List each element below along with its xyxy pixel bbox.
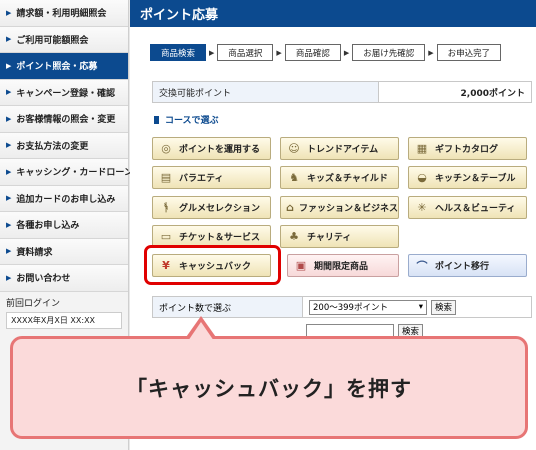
rocking-horse-icon: ♞ [289,171,299,184]
arrow-right-icon: ▶ [428,48,434,57]
course-kids-button[interactable]: ♞ キッズ＆チャイルド [280,166,399,189]
points-filter-label: ポイント数で選ぶ [153,297,303,317]
arrow-right-icon: ▶ [276,48,282,57]
triangle-right-icon: ▶ [6,194,12,203]
search-button[interactable]: 検索 [431,299,457,315]
people-icon: ☺ [288,142,300,155]
callout-tail-inner [188,322,214,341]
course-gift-catalog-button[interactable]: ▦ ギフトカタログ [408,137,527,160]
sidebar-item-points[interactable]: ▶ ポイント照会・応募 [0,53,128,80]
sidebar-item-payment-method[interactable]: ▶ お支払方法の変更 [0,132,128,159]
sidebar-item-documents[interactable]: ▶ 資料請求 [0,238,128,265]
course-fashion-button[interactable]: ⌂ ファッション＆ビジネス [280,196,399,219]
sidebar-item-customer-info[interactable]: ▶ お客様情報の照会・変更 [0,106,128,133]
course-gourmet-button[interactable]: ᚬ グルメセレクション [152,196,271,219]
progress-steps: 商品検索 ▶ 商品選択 ▶ 商品確認 ▶ お届け先確認 ▶ お申込完了 [150,44,502,61]
calendar-icon: ▣ [295,259,307,272]
sparkle-icon: ✳ [417,201,427,214]
last-login-value: XXXX年X月X日 XX:XX [6,311,122,329]
points-value: 2,000ポイント [460,88,525,99]
step-search: 商品検索 [150,44,207,61]
step-select: 商品選択 [217,44,274,61]
instruction-callout: 「キャッシュバック」を押す [10,336,528,439]
sidebar-item-cashing[interactable]: ▶ キャッシング・カードローン [0,159,133,186]
step-address: お届け先確認 [352,44,426,61]
course-kitchen-button[interactable]: ◒ キッチン＆テーブル [408,166,527,189]
arrow-right-icon: ▶ [343,48,350,57]
step-confirm: 商品確認 [284,44,341,61]
shirt-icon: ⌂ [286,201,294,214]
triangle-right-icon: ▶ [6,141,12,150]
page-title: ポイント応募 [130,0,536,27]
course-heading: コースで選ぶ [154,113,219,126]
point-transfer-button[interactable]: ⌒ ポイント移行 [408,254,527,277]
triangle-right-icon: ▶ [6,167,12,176]
triangle-right-icon: ▶ [6,273,12,282]
square-bullet-icon [154,115,159,124]
triangle-right-icon: ▶ [6,8,12,17]
highlight-ring [144,245,281,285]
course-charity-button[interactable]: ♣ チャリティ [280,225,399,248]
fork-knife-icon: ᚬ [162,201,170,214]
sidebar-item-available-amount[interactable]: ▶ ご利用可能額照会 [0,26,128,53]
limited-items-button[interactable]: ▣ 期間限定商品 [287,254,399,277]
sidebar-item-campaign[interactable]: ▶ キャンペーン登録・確認 [0,79,128,106]
sidebar-item-statement[interactable]: ▶ 請求額・利用明細照会 [0,0,128,27]
sidebar-item-applications[interactable]: ▶ 各種お申し込み [0,212,128,239]
grid-icon: ▤ [160,171,172,184]
sidebar-item-additional-card[interactable]: ▶ 追加カードのお申し込み [0,185,128,212]
points-filter-row: ポイント数で選ぶ 200～399ポイント ▾ 検索 [152,296,532,318]
triangle-right-icon: ▶ [6,88,12,97]
pan-icon: ◒ [417,171,427,184]
course-investment-button[interactable]: ◎ ポイントを運用する [152,137,271,160]
points-label: 交換可能ポイント [153,82,379,102]
exchangeable-points: 交換可能ポイント 2,000ポイント [152,81,532,103]
sidebar-item-contact[interactable]: ▶ お問い合わせ [0,265,128,292]
course-health-button[interactable]: ✳ ヘルス＆ビューティ [408,196,527,219]
last-login-label: 前回ログイン [6,298,61,309]
course-variety-button[interactable]: ▤ バラエティ [152,166,271,189]
callout-text: 「キャッシュバック」を押す [126,376,412,401]
course-trend-button[interactable]: ☺ トレンドアイテム [280,137,399,160]
coins-icon: ◎ [161,142,171,155]
triangle-right-icon: ▶ [6,114,12,123]
triangle-right-icon: ▶ [6,247,12,256]
chevron-down-icon: ▾ [418,302,423,312]
arrow-right-icon: ▶ [209,48,215,57]
ticket-icon: ▭ [160,230,172,243]
transfer-icon: ⌒ [416,259,428,273]
sprout-icon: ♣ [289,230,299,243]
triangle-right-icon: ▶ [6,220,12,229]
triangle-right-icon: ▶ [6,35,12,44]
gift-icon: ▦ [416,142,428,155]
last-login: 前回ログイン XXXX年X月X日 XX:XX [0,292,128,333]
points-range-select[interactable]: 200～399ポイント ▾ [309,299,427,315]
triangle-right-icon: ▶ [6,61,12,70]
step-complete: お申込完了 [436,44,502,61]
